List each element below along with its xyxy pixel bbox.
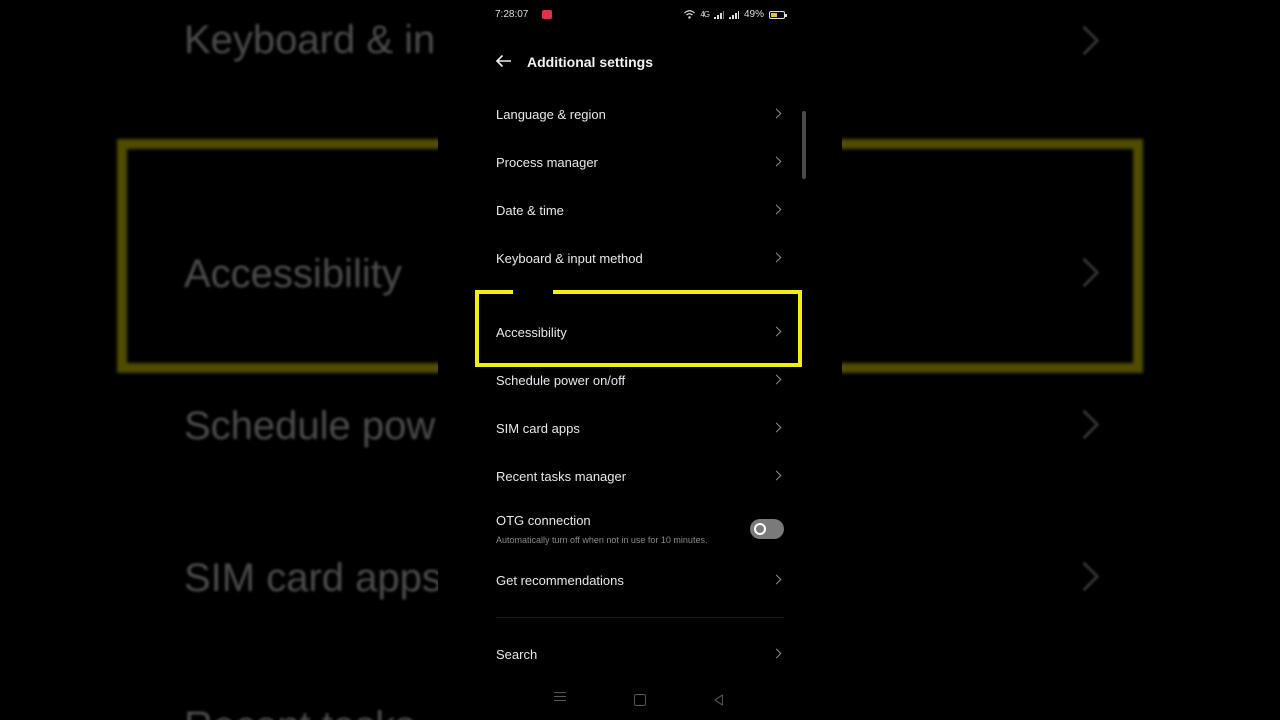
status-time: 7:28:07 [495,9,529,20]
item-label: OTG connection [496,513,591,528]
chevron-right-icon [771,470,782,481]
chevron-right-icon [771,204,782,215]
otg-toggle[interactable] [750,519,784,539]
status-bar: 7:28:07 4G 49% [438,0,842,30]
item-label: Language & region [496,107,606,122]
list-item-otg-connection: OTG connection Automatically turn off wh… [496,501,784,551]
highlight-box [475,290,802,367]
item-sublabel: Automatically turn off when not in use f… [496,535,708,545]
item-label: SIM card apps [496,421,580,436]
list-item-keyboard-input[interactable]: Keyboard & input method [496,239,784,279]
item-label: Schedule power on/off [496,373,626,388]
highlight-gap [513,290,553,294]
item-label: Process manager [496,155,598,170]
chevron-right-icon [771,252,782,263]
item-label: Recent tasks manager [496,469,627,484]
item-label: Date & time [496,203,564,218]
chevron-right-icon [771,574,782,585]
list-item-language-region[interactable]: Language & region [496,95,784,135]
signal-icon-2 [728,10,739,19]
back-triangle-icon[interactable] [714,694,723,706]
list-item-sim-card-apps[interactable]: SIM card apps [496,409,784,449]
battery-icon [769,10,787,19]
list-item-schedule-power[interactable]: Schedule power on/off [496,361,784,401]
screen-record-icon [542,10,552,19]
item-label: Get recommendations [496,573,624,588]
item-label: Search [496,647,538,662]
list-item-get-recommendations[interactable]: Get recommendations [496,561,784,601]
home-icon[interactable] [634,694,646,706]
list-item-date-time[interactable]: Date & time [496,191,784,231]
network-type: 4G [700,10,710,19]
chevron-right-icon [771,648,782,659]
signal-icon [713,10,724,19]
status-icons: 4G 49% [684,9,787,20]
chevron-right-icon [771,156,782,167]
app-header: Additional settings [438,42,842,82]
chevron-right-icon [771,108,782,119]
phone-screen: 7:28:07 4G 49% Additional settings Langu… [438,0,842,720]
divider [496,617,784,618]
arrow-left-icon[interactable] [494,51,514,71]
list-item-search[interactable]: Search [496,635,784,675]
scrollbar[interactable] [802,111,806,179]
page-title: Additional settings [527,54,653,70]
chevron-right-icon [771,374,782,385]
item-label: Keyboard & input method [496,251,643,266]
menu-icon[interactable] [554,692,566,704]
toggle-knob [754,523,766,535]
navigation-bar [438,688,842,712]
list-item-process-manager[interactable]: Process manager [496,143,784,183]
battery-percent: 49% [743,9,764,20]
list-item-recent-tasks[interactable]: Recent tasks manager [496,457,784,497]
wifi-icon [684,10,696,19]
chevron-right-icon [771,422,782,433]
